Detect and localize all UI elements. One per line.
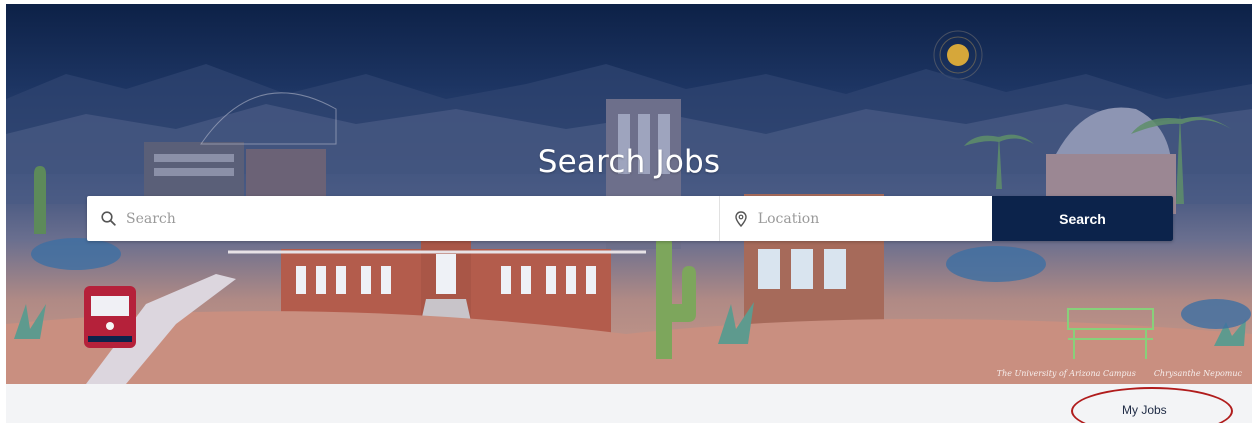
trolley-graphic [84,286,136,348]
credit-campus: The University of Arizona Campus [996,369,1136,378]
job-search-bar: Search [87,196,1173,241]
keyword-search-input[interactable] [126,196,719,241]
hero-banner: Search Jobs Search The University of Ari… [6,4,1252,384]
location-field[interactable] [720,196,992,241]
campus-illustration [6,30,1252,384]
search-button[interactable]: Search [992,196,1173,241]
my-jobs-link[interactable]: My Jobs [1122,403,1167,417]
location-input[interactable] [757,196,992,241]
page-title: Search Jobs [537,144,721,180]
sub-navigation-bar [6,384,1252,423]
location-pin-icon [734,210,748,227]
keyword-field[interactable] [87,196,720,241]
search-icon [101,211,116,227]
illustration-credit: The University of Arizona Campus Chrysan… [997,369,1242,378]
credit-artist: Chrysanthe Nepomuc [1153,369,1242,378]
